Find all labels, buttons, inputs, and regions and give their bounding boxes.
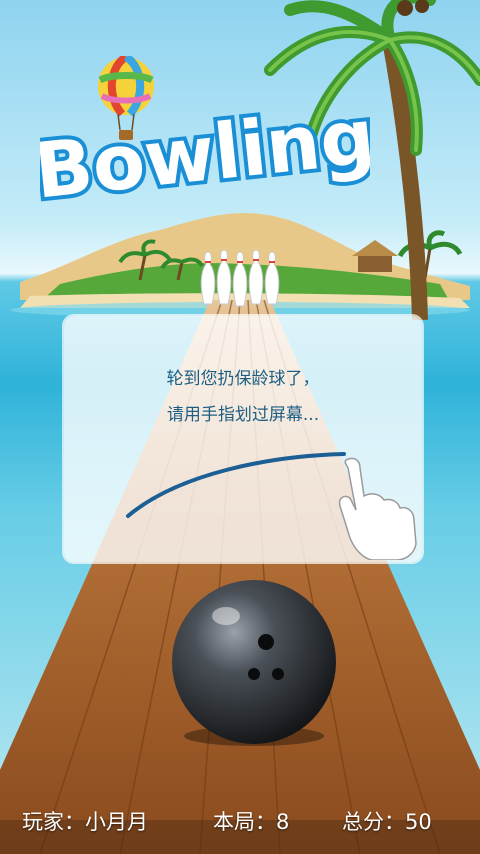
total-separator: ： [384,810,405,834]
player-separator: ： [64,810,85,834]
swipe-hand-icon [338,457,417,560]
instruction-line-1: 轮到您扔保龄球了， [166,369,320,389]
swipe-arc [126,452,346,518]
swipe-gesture [126,452,417,560]
player-name: 小月月 [85,810,148,834]
game-screen[interactable]: Bowling 轮到您扔保龄球了， 请用手指划过屏幕... 玩家：小月月 本局：… [0,0,480,854]
round-score: 本局：8 [213,806,289,836]
instruction-line-2: 请用手指划过屏幕... [166,405,320,425]
bowling-ball-icon[interactable] [168,576,340,748]
title-text: Bowling [40,98,370,208]
player-label: 玩家 [22,810,64,834]
round-label: 本局 [213,810,255,834]
bowling-pins-icon [200,249,280,307]
total-label: 总分 [342,810,384,834]
player-info: 玩家：小月月 [22,806,148,836]
round-separator: ： [255,810,276,834]
total-score: 总分：50 [342,806,432,836]
score-bar: 玩家：小月月 本局：8 总分：50 [0,806,480,846]
total-value: 50 [405,810,432,834]
game-title: Bowling [40,98,370,208]
round-value: 8 [276,810,290,834]
